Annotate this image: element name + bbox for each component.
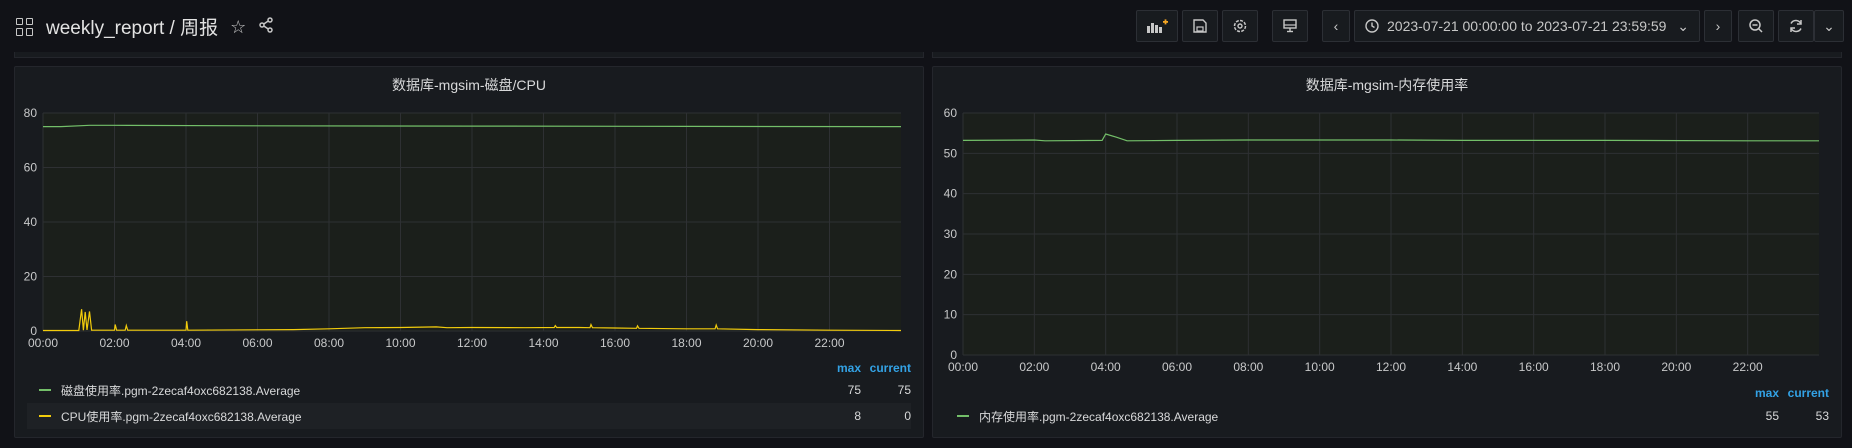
y-tick-label: 20 xyxy=(24,270,38,284)
zoom-out-icon xyxy=(1749,19,1763,33)
legend-series-name: 内存使用率.pgm-2zecaf4oxc682138.Average xyxy=(979,409,1219,424)
dashboard-title[interactable]: weekly_report / 周报 xyxy=(46,13,218,40)
x-tick-label: 04:00 xyxy=(171,336,201,350)
x-tick-label: 08:00 xyxy=(1233,360,1263,374)
legend-item[interactable]: 内存使用率.pgm-2zecaf4oxc682138.Average 55 53 xyxy=(945,403,1829,429)
x-tick-label: 02:00 xyxy=(99,336,129,350)
time-range-picker[interactable]: 2023-07-21 00:00:00 to 2023-07-21 23:59:… xyxy=(1354,10,1700,42)
dashboard-title-area: weekly_report / 周报 ☆ xyxy=(16,13,274,40)
chevron-down-icon: ⌄ xyxy=(1823,17,1835,34)
x-tick-label: 18:00 xyxy=(671,336,701,350)
x-tick-label: 16:00 xyxy=(1519,360,1549,374)
panel-above-left-edge xyxy=(14,52,924,58)
y-tick-label: 40 xyxy=(24,215,38,229)
legend-header: max current xyxy=(1729,386,1829,400)
x-tick-label: 20:00 xyxy=(743,336,773,350)
chevron-left-icon: ‹ xyxy=(1333,18,1339,34)
legend-header-max[interactable]: max xyxy=(1729,386,1779,400)
x-tick-label: 10:00 xyxy=(385,336,415,350)
x-tick-label: 10:00 xyxy=(1305,360,1335,374)
disk-cpu-chart[interactable]: 02040608000:00 02:00 04:00 06:00 08:00 10:00 1… xyxy=(15,67,925,367)
x-tick-label: 14:00 xyxy=(528,336,558,350)
panel-disk-cpu: 数据库-mgsim-磁盘/CPU 0 20 40 60 80 00:00 02:00 04:0… xyxy=(14,66,924,438)
legend-swatch xyxy=(39,389,51,391)
y-tick-label: 50 xyxy=(944,146,958,160)
x-tick-label: 12:00 xyxy=(457,336,487,350)
legend-max: 8 xyxy=(854,409,861,423)
x-tick-label: 18:00 xyxy=(1590,360,1620,374)
tv-mode-button[interactable] xyxy=(1272,10,1308,42)
gear-icon xyxy=(1233,19,1247,33)
x-tick-label: 00:00 xyxy=(948,360,978,374)
legend-item[interactable]: 磁盘使用率.pgm-2zecaf4oxc682138.Average 75 75 xyxy=(27,377,911,403)
legend-header: max current xyxy=(811,361,911,375)
save-dashboard-button[interactable] xyxy=(1182,10,1218,42)
panel-memory: 数据库-mgsim-内存使用率 0 10 20 30 40 50 60 00:00 02:00 0… xyxy=(932,66,1842,438)
settings-button[interactable] xyxy=(1222,10,1258,42)
legend-current: 75 xyxy=(897,383,911,397)
chevron-down-icon: ⌄ xyxy=(1677,17,1689,34)
x-tick-label: 02:00 xyxy=(1019,360,1049,374)
legend-header-max[interactable]: max xyxy=(811,361,861,375)
y-tick-label: 30 xyxy=(944,227,958,241)
clock-icon xyxy=(1365,19,1379,33)
legend-max: 75 xyxy=(847,383,861,397)
star-icon[interactable]: ☆ xyxy=(230,17,246,37)
save-icon xyxy=(1193,19,1207,33)
legend-series-name: CPU使用率.pgm-2zecaf4oxc682138.Average xyxy=(61,409,302,424)
y-tick-label: 20 xyxy=(944,267,958,281)
legend-series-name: 磁盘使用率.pgm-2zecaf4oxc682138.Average xyxy=(61,383,301,398)
x-tick-label: 12:00 xyxy=(1376,360,1406,374)
y-tick-label: 40 xyxy=(944,187,958,201)
legend-header-current[interactable]: current xyxy=(861,361,911,375)
add-panel-icon xyxy=(1147,19,1168,33)
refresh-icon xyxy=(1790,19,1802,33)
y-tick-label: 60 xyxy=(24,161,38,175)
memory-chart[interactable]: 010203040506000:00 02:00 04:00 06:00 08:00 10… xyxy=(933,67,1843,387)
chevron-right-icon: › xyxy=(1715,18,1721,34)
dashboard-grid-icon[interactable] xyxy=(16,17,34,36)
x-tick-label: 06:00 xyxy=(1162,360,1192,374)
share-icon[interactable] xyxy=(258,16,274,37)
x-tick-label: 20:00 xyxy=(1661,360,1691,374)
x-tick-label: 06:00 xyxy=(242,336,272,350)
x-tick-label: 22:00 xyxy=(814,336,844,350)
time-forward-button[interactable]: › xyxy=(1704,10,1732,42)
zoom-out-button[interactable] xyxy=(1738,10,1774,42)
time-back-button[interactable]: ‹ xyxy=(1322,10,1350,42)
y-tick-label: 10 xyxy=(944,308,958,322)
legend-current: 0 xyxy=(904,409,911,423)
legend-swatch xyxy=(39,415,51,417)
legend-current: 53 xyxy=(1815,409,1829,423)
refresh-button[interactable] xyxy=(1778,10,1814,42)
x-tick-label: 08:00 xyxy=(314,336,344,350)
time-range-text: 2023-07-21 00:00:00 to 2023-07-21 23:59:… xyxy=(1387,18,1667,34)
x-tick-label: 14:00 xyxy=(1447,360,1477,374)
x-tick-label: 00:00 xyxy=(28,336,58,350)
legend-item[interactable]: CPU使用率.pgm-2zecaf4oxc682138.Average 8 0 xyxy=(27,403,911,429)
legend-header-current[interactable]: current xyxy=(1779,386,1829,400)
panel-above-right-edge xyxy=(932,52,1842,58)
refresh-interval-dropdown[interactable]: ⌄ xyxy=(1814,10,1844,42)
add-panel-button[interactable] xyxy=(1136,10,1178,42)
legend-max: 55 xyxy=(1765,409,1779,423)
x-tick-label: 22:00 xyxy=(1733,360,1763,374)
legend-swatch xyxy=(957,415,969,417)
top-bar: weekly_report / 周报 ☆ ‹ 2023-07-21 00:00:… xyxy=(0,0,1852,52)
x-tick-label: 04:00 xyxy=(1091,360,1121,374)
y-tick-label: 60 xyxy=(944,106,958,120)
y-tick-label: 80 xyxy=(24,106,38,120)
x-tick-label: 16:00 xyxy=(600,336,630,350)
monitor-icon xyxy=(1283,19,1297,33)
